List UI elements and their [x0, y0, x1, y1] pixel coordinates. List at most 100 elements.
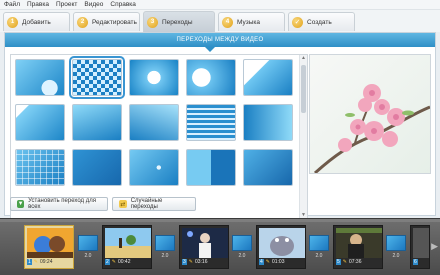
clip-number: 6	[413, 259, 418, 265]
tab-label: Создать	[307, 18, 332, 26]
timeline-transition[interactable]: 2.0	[155, 235, 175, 263]
step-badge-icon: 2	[77, 16, 88, 28]
menu-edit[interactable]: Правка	[27, 1, 49, 8]
tab-label: Добавить	[22, 18, 51, 26]
grid-scrollbar[interactable]: ▲ ▼	[299, 55, 307, 218]
scroll-up-icon[interactable]: ▲	[301, 55, 306, 61]
tab-music[interactable]: 4 Музыка	[218, 12, 285, 31]
edit-icon[interactable]: ✎	[34, 259, 38, 265]
menu-project[interactable]: Проект	[56, 1, 77, 8]
menu-help[interactable]: Справка	[110, 1, 136, 8]
transition-thumb[interactable]	[15, 149, 65, 186]
timeline-clip[interactable]: 4 ✎ 01:03	[256, 225, 306, 269]
set-transition-for-all-button[interactable]: ▼ Установить переход для всех	[10, 197, 108, 211]
step-badge-icon: 4	[222, 16, 233, 28]
clip-info: 5 ✎ 07:36	[336, 258, 382, 266]
tab-label: Переходы	[162, 18, 193, 26]
transition-icon	[78, 235, 98, 251]
clip-info: 6	[413, 258, 429, 266]
menu-video[interactable]: Видео	[84, 1, 103, 8]
timeline-clip[interactable]: 1 ✎ 09:24	[24, 225, 74, 269]
transition-thumb[interactable]	[15, 59, 65, 96]
tab-label: Редактировать	[92, 18, 137, 26]
clip-thumbnail	[259, 228, 305, 258]
panel-header: ПЕРЕХОДЫ МЕЖДУ ВИДЕО	[5, 33, 435, 52]
scroll-thumb[interactable]	[301, 65, 306, 113]
timeline-clip[interactable]: 5 ✎ 07:36	[333, 225, 383, 269]
transition-thumb[interactable]	[129, 104, 179, 141]
clip-thumbnail	[336, 228, 382, 258]
transition-thumb[interactable]	[243, 104, 293, 141]
menu-file[interactable]: Файл	[4, 1, 20, 8]
cherry-blossom-image	[310, 55, 430, 173]
transition-thumb[interactable]	[129, 149, 179, 186]
edit-icon[interactable]: ✎	[266, 259, 270, 265]
clip-duration: 07:36	[348, 259, 362, 265]
timeline-ruler	[0, 219, 440, 222]
transition-icon	[155, 235, 175, 251]
tab-edit[interactable]: 2 Редактировать	[73, 12, 140, 31]
transition-icon	[232, 235, 252, 251]
transition-duration: 2.0	[392, 253, 400, 259]
transition-duration: 2.0	[161, 253, 169, 259]
transition-thumb[interactable]	[243, 59, 293, 96]
transition-icon	[386, 235, 406, 251]
tab-transitions[interactable]: 3 Переходы	[143, 11, 215, 32]
clip-number: 3	[182, 259, 187, 265]
transition-thumb[interactable]	[186, 59, 236, 96]
edit-icon[interactable]: ✎	[343, 259, 347, 265]
edit-icon[interactable]: ✎	[112, 259, 116, 265]
clip-duration: 00:42	[117, 259, 131, 265]
transition-thumb[interactable]	[186, 149, 236, 186]
transition-thumb[interactable]	[69, 56, 125, 99]
button-label: Случайные переходы	[130, 198, 163, 210]
timeline-transition[interactable]: 2.0	[232, 235, 252, 263]
timeline-transition[interactable]: 2.0	[78, 235, 98, 263]
tab-create[interactable]: ✓ Создать	[288, 12, 355, 31]
transition-thumb[interactable]	[72, 149, 122, 186]
clip-duration: 03:16	[194, 259, 208, 265]
transition-thumb[interactable]	[129, 59, 179, 96]
transitions-grid: ▲ ▼	[10, 54, 308, 219]
timeline-clip[interactable]: 2 ✎ 00:42	[102, 225, 152, 269]
clip-info: 4 ✎ 01:03	[259, 258, 305, 266]
concert-image	[182, 228, 228, 258]
transition-thumb[interactable]	[243, 149, 293, 186]
button-label: Установить переход для всех	[28, 198, 96, 210]
transition-duration: 2.0	[315, 253, 323, 259]
transition-thumb[interactable]	[186, 104, 236, 141]
beach-image	[105, 228, 151, 258]
random-transitions-button[interactable]: ⇄ Случайные переходы	[112, 197, 196, 211]
transition-duration: 2.0	[84, 253, 92, 259]
step-badge-icon: 1	[7, 16, 18, 28]
hippo-image	[259, 228, 305, 258]
clip-duration: 09:24	[39, 259, 53, 265]
tab-add[interactable]: 1 Добавить	[3, 12, 70, 31]
clip-info: 3 ✎ 03:16	[182, 258, 228, 266]
clip-number: 4	[259, 259, 264, 265]
clip-number: 1	[27, 259, 32, 265]
timeline-transition[interactable]: 2.0	[309, 235, 329, 263]
timeline: 1 ✎ 09:24 2.0 2 ✎ 00:42 2.0 3 ✎ 03:16 2.…	[0, 218, 440, 275]
shuffle-icon: ⇄	[119, 200, 127, 208]
timeline-transition[interactable]: 2.0	[386, 235, 406, 263]
clip-thumbnail	[182, 228, 228, 258]
clip-thumbnail	[413, 228, 429, 258]
transition-duration: 2.0	[238, 253, 246, 259]
clip-info: 2 ✎ 00:42	[105, 258, 151, 266]
animation-image	[27, 228, 73, 258]
transition-thumb[interactable]	[15, 104, 65, 141]
transition-thumb[interactable]	[72, 104, 122, 141]
movie-scene-image	[336, 228, 382, 258]
tab-label: Музыка	[237, 18, 260, 26]
check-icon: ✓	[292, 16, 303, 28]
panel-title: ПЕРЕХОДЫ МЕЖДУ ВИДЕО	[176, 37, 264, 43]
timeline-clip[interactable]: 3 ✎ 03:16	[179, 225, 229, 269]
timeline-scroll-right-icon[interactable]: ▶	[431, 241, 438, 252]
header-notch	[205, 47, 215, 52]
step-tabs: 1 Добавить 2 Редактировать 3 Переходы 4 …	[0, 10, 440, 32]
edit-icon[interactable]: ✎	[189, 259, 193, 265]
clip-number: 5	[336, 259, 341, 265]
timeline-clip[interactable]: 6	[410, 225, 430, 269]
clip-info: 1 ✎ 09:24	[27, 258, 73, 266]
